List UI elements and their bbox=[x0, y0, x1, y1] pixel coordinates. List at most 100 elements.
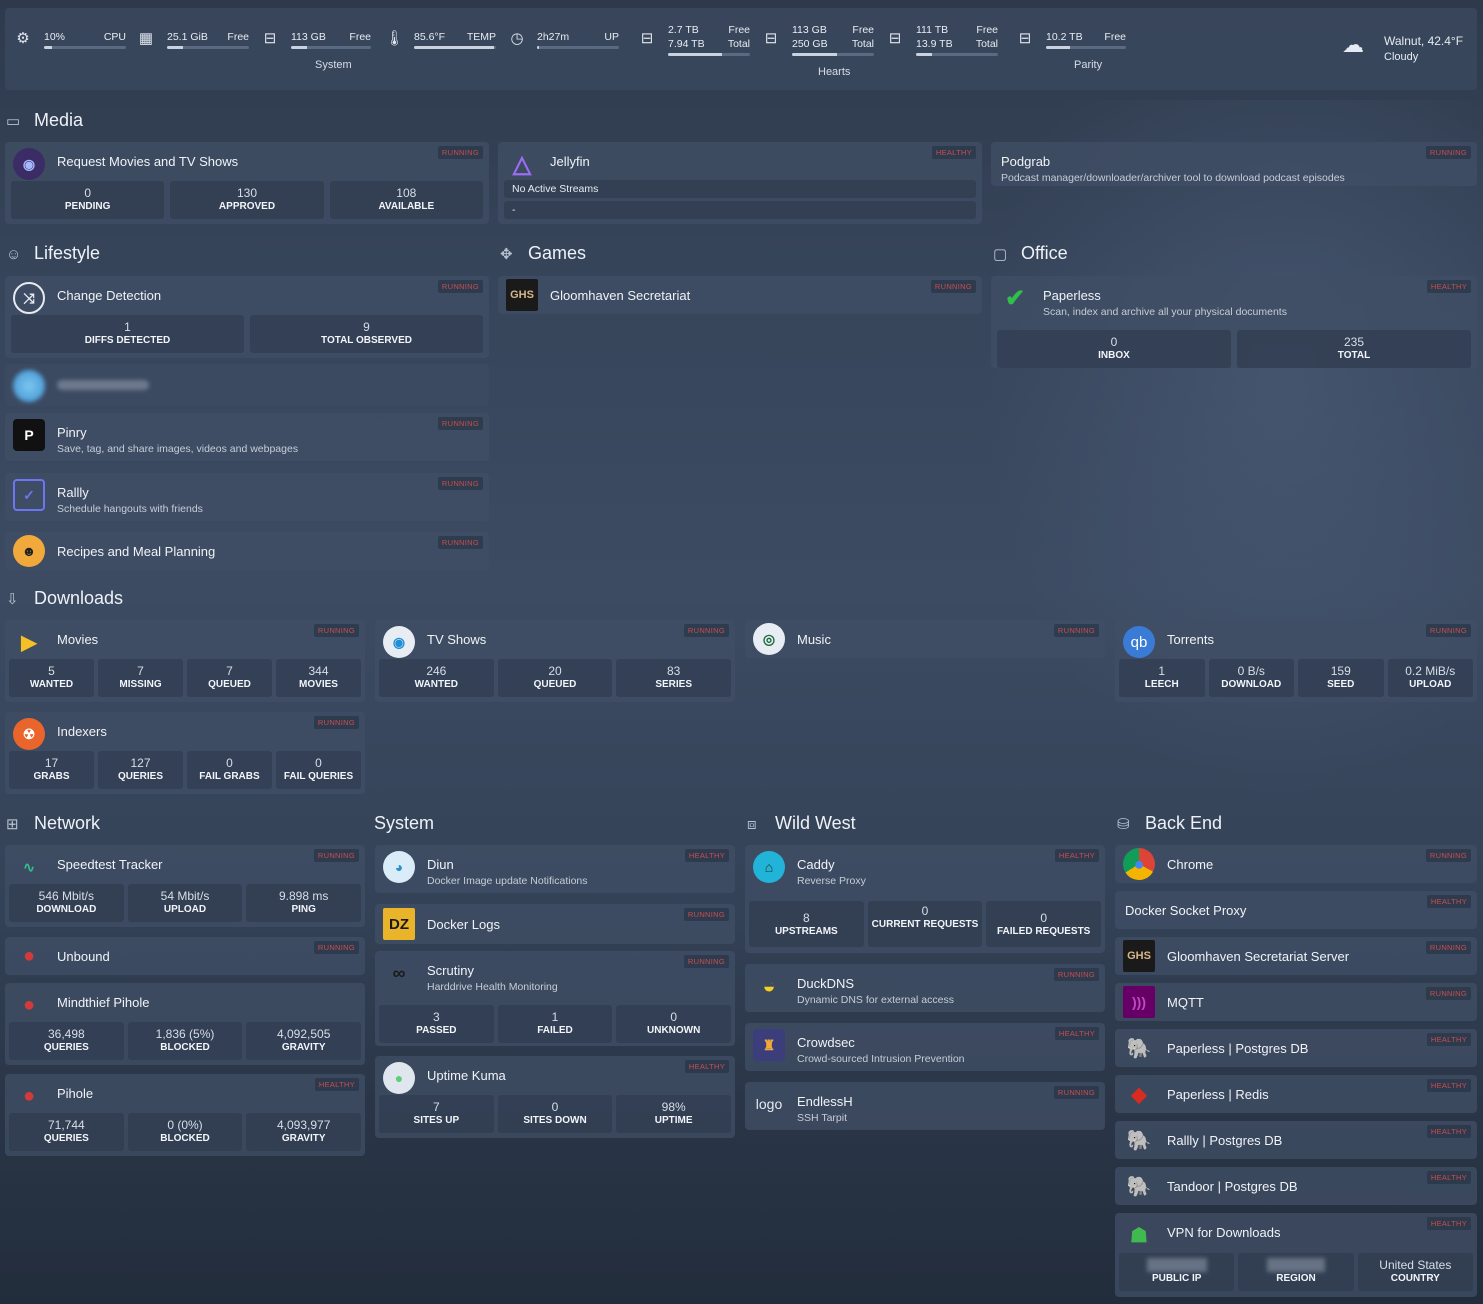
paperless-leaf-icon: ✔ bbox=[1004, 284, 1026, 312]
recipes-card[interactable]: ☻ Recipes and Meal Planning RUNNING bbox=[5, 532, 489, 570]
music-card[interactable]: ◎ Music RUNNING bbox=[745, 620, 1105, 658]
stat-wanted: 246 WANTED bbox=[379, 659, 494, 697]
media-icon: ▭ bbox=[6, 113, 21, 130]
overseerr-icon: ◉ bbox=[13, 148, 45, 180]
mqtt-icon: ))) bbox=[1123, 986, 1155, 1018]
diun-bird-icon: ◕ bbox=[383, 851, 415, 883]
disk-system-value: 113 GB bbox=[291, 31, 326, 43]
status-badge: HEALTHY bbox=[684, 1060, 729, 1073]
section-games[interactable]: ✥ Games bbox=[500, 243, 586, 264]
glasses-icon: ∞ bbox=[392, 962, 406, 983]
card-title: Recipes and Meal Planning bbox=[57, 544, 216, 559]
rallly-db-card[interactable]: 🐘 Rallly | Postgres DB HEALTHY bbox=[1115, 1121, 1477, 1159]
home-assistant-card-blurred[interactable] bbox=[5, 364, 489, 406]
section-network[interactable]: ⊞ Network bbox=[6, 813, 100, 834]
stat-ping: 9.898 ms PING bbox=[246, 884, 362, 922]
mqtt-card[interactable]: ))) MQTT RUNNING bbox=[1115, 983, 1477, 1021]
podgrab-card[interactable]: Podgrab Podcast manager/downloader/archi… bbox=[991, 142, 1477, 186]
stat-missing: 7 MISSING bbox=[98, 659, 183, 697]
stat-queries: 71,744 QUERIES bbox=[9, 1113, 124, 1151]
section-media[interactable]: ▭ Media bbox=[6, 110, 83, 131]
scrutiny-card[interactable]: ∞ Scrutiny Harddrive Health Monitoring R… bbox=[375, 951, 735, 1046]
vpn-card[interactable]: ☗ VPN for Downloads HEALTHY PUBLIC IP RE… bbox=[1115, 1213, 1477, 1297]
section-office[interactable]: ▢ Office bbox=[993, 243, 1068, 264]
request-card[interactable]: ◉ Request Movies and TV Shows RUNNING 0P… bbox=[5, 142, 489, 224]
section-lifestyle-title: Lifestyle bbox=[34, 243, 101, 263]
stat-upstreams: 8 UPSTREAMS bbox=[749, 901, 864, 947]
rallly-card[interactable]: ✓ Rallly Schedule hangouts with friends … bbox=[5, 473, 489, 521]
disk-icon: ⊟ bbox=[764, 30, 778, 47]
chrome-card[interactable]: ● Chrome RUNNING bbox=[1115, 845, 1477, 883]
gloomhaven-icon: GHS bbox=[1123, 940, 1155, 972]
dockerproxy-card[interactable]: Docker Socket Proxy HEALTHY bbox=[1115, 891, 1477, 929]
caddy-card[interactable]: ⌂ Caddy Reverse Proxy HEALTHY 8 UPSTREAMS… bbox=[745, 845, 1105, 953]
stat-leech: 1 LEECH bbox=[1119, 659, 1205, 697]
stat-unknown: 0 UNKNOWN bbox=[616, 1005, 732, 1043]
movies-card[interactable]: ▶ Movies RUNNING 5 WANTED 7 MISSING 7 QUEUE… bbox=[5, 620, 365, 702]
temp-value: 85.6°F bbox=[414, 31, 446, 43]
tandoor-db-card[interactable]: 🐘 Tandoor | Postgres DB HEALTHY bbox=[1115, 1167, 1477, 1205]
card-title: Jellyfin bbox=[550, 154, 590, 169]
duckdns-card[interactable]: ◒ DuckDNS Dynamic DNS for external acces… bbox=[745, 964, 1105, 1012]
card-title: Rallly | Postgres DB bbox=[1167, 1133, 1283, 1148]
stat-gravity: 4,092,505 GRAVITY bbox=[246, 1022, 362, 1060]
changedetection-card[interactable]: ⤨ Change Detection RUNNING 1 DIFFS DETECT… bbox=[5, 276, 489, 358]
card-description: Scan, index and archive all your physica… bbox=[1043, 306, 1287, 318]
status-badge: RUNNING bbox=[313, 849, 359, 862]
card-title: Docker Logs bbox=[427, 917, 500, 932]
uptimekuma-card[interactable]: ● Uptime Kuma HEALTHY 7 SITES UP 0 SITES D… bbox=[375, 1056, 735, 1138]
hearts-disk-1-total-label: Total bbox=[727, 38, 750, 50]
speedtest-card[interactable]: ∿ Speedtest Tracker RUNNING 546 Mbit/s DO… bbox=[5, 845, 365, 927]
hearts-disk-3-bar bbox=[916, 53, 998, 56]
mindthief-pihole-card[interactable]: ● Mindthief Pihole 36,498 QUERIES 1,836 (… bbox=[5, 983, 365, 1065]
cpu-icon: ⚙ bbox=[16, 30, 30, 47]
endlessh-card[interactable]: logo EndlessH SSH Tarpit RUNNING bbox=[745, 1082, 1105, 1130]
disk-system-label: Free bbox=[349, 31, 371, 43]
status-badge: HEALTHY bbox=[1426, 895, 1471, 908]
raspberry-icon: ● bbox=[22, 993, 36, 1016]
weather-description: Cloudy bbox=[1384, 51, 1419, 63]
status-badge: HEALTHY bbox=[931, 146, 976, 159]
stat-public-ip: PUBLIC IP bbox=[1119, 1253, 1235, 1291]
unbound-card[interactable]: ● Unbound RUNNING bbox=[5, 937, 365, 975]
paperless-card[interactable]: ✔ Paperless Scan, index and archive all … bbox=[991, 276, 1477, 368]
section-network-title: Network bbox=[34, 813, 101, 833]
jellyfin-card[interactable]: △ Jellyfin HEALTHY No Active Streams - bbox=[498, 142, 982, 224]
disk-icon: ⊟ bbox=[263, 30, 277, 47]
section-games-title: Games bbox=[528, 243, 587, 263]
card-title: Caddy bbox=[797, 857, 835, 872]
stat-download: 546 Mbit/s DOWNLOAD bbox=[9, 884, 124, 922]
torrents-card[interactable]: qb Torrents RUNNING 1 LEECH 0 B/s DOWNLOAD… bbox=[1115, 620, 1477, 702]
indexers-card[interactable]: ☢ Indexers RUNNING 17 GRABS 127 QUERIES 0F… bbox=[5, 712, 365, 794]
stat-current-requests: 0 CURRENT REQUESTS bbox=[867, 901, 983, 947]
section-wildwest[interactable]: ⧈ Wild West bbox=[747, 813, 856, 834]
status-badge: HEALTHY bbox=[1426, 280, 1471, 293]
pinry-card[interactable]: P Pinry Save, tag, and share images, vid… bbox=[5, 413, 489, 461]
hearts-group-label: Hearts bbox=[818, 66, 851, 78]
section-system[interactable]: System bbox=[374, 813, 434, 834]
status-badge: HEALTHY bbox=[314, 1078, 359, 1091]
stat-grabs: 17 GRABS bbox=[9, 751, 94, 789]
ram-bar bbox=[167, 46, 249, 49]
postgres-elephant-icon: 🐘 bbox=[1126, 1129, 1152, 1152]
pihole-card[interactable]: ● Pihole HEALTHY 71,744 QUERIES 0 (0%) BLO… bbox=[5, 1074, 365, 1156]
section-lifestyle[interactable]: ☺ Lifestyle bbox=[6, 243, 100, 264]
ghs-server-card[interactable]: GHS Gloomhaven Secretariat Server RUNNIN… bbox=[1115, 937, 1477, 975]
section-backend[interactable]: ⛁ Back End bbox=[1117, 813, 1222, 834]
card-description: Harddrive Health Monitoring bbox=[427, 981, 558, 993]
paperless-db-card[interactable]: 🐘 Paperless | Postgres DB HEALTHY bbox=[1115, 1029, 1477, 1067]
paperless-redis-card[interactable]: ◆ Paperless | Redis HEALTHY bbox=[1115, 1075, 1477, 1113]
stat-gravity: 4,093,977 GRAVITY bbox=[246, 1113, 362, 1151]
gloomhaven-card[interactable]: GHS Gloomhaven Secretariat RUNNING bbox=[498, 276, 982, 314]
crowdsec-card[interactable]: ♜ Crowdsec Crowd-sourced Intrusion Preve… bbox=[745, 1023, 1105, 1071]
uptime-bar bbox=[537, 46, 619, 49]
card-title: Rallly bbox=[57, 485, 89, 500]
radarr-play-icon: ▶ bbox=[21, 631, 37, 654]
section-downloads[interactable]: ⇩ Downloads bbox=[6, 588, 123, 609]
dockerlogs-card[interactable]: DZ Docker Logs RUNNING bbox=[375, 904, 735, 944]
status-badge: HEALTHY bbox=[1426, 1125, 1471, 1138]
gamepad-icon: ✥ bbox=[500, 246, 513, 263]
tvshows-card[interactable]: ◉ TV Shows RUNNING 246 WANTED 20 QUEUED 83… bbox=[375, 620, 735, 702]
card-title: Paperless | Redis bbox=[1167, 1087, 1269, 1102]
diun-card[interactable]: ◕ Diun Docker Image update Notifications… bbox=[375, 845, 735, 893]
